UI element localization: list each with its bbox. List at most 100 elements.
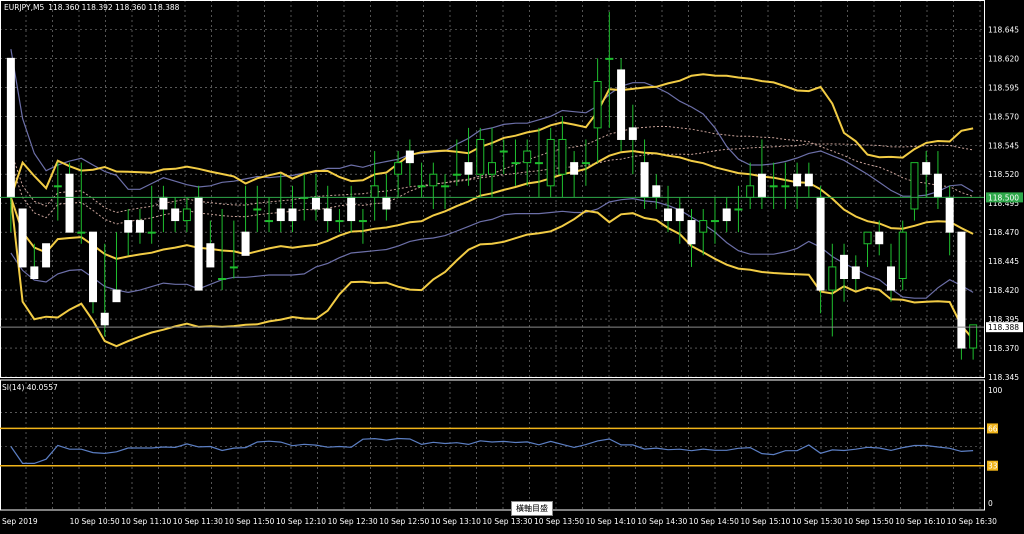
candle-body [534, 162, 543, 165]
candle-body [851, 266, 860, 280]
candle-body [699, 220, 708, 233]
time-axis-cursor-tag: 橫軸目盛 [511, 501, 553, 516]
candle-body [816, 196, 825, 291]
bollinger-bands [9, 73, 974, 348]
candle-body [476, 138, 485, 175]
candle-body [253, 208, 262, 211]
chart-window[interactable]: 118.645 118.620 118.595 118.570 118.545 118.5… [0, 0, 1024, 530]
candle-body [77, 231, 86, 234]
candle-body [100, 312, 109, 326]
candle-body [734, 208, 743, 211]
candle-body [358, 220, 367, 223]
candle-body [605, 57, 614, 60]
time-axis-label: 10 Sep 12:30 [328, 517, 378, 526]
candle-body [159, 196, 168, 210]
candle-body [922, 162, 931, 175]
chart-canvas[interactable]: 118.645 118.620 118.595 118.570 118.545 118.5… [0, 0, 1024, 530]
candle-body [840, 254, 849, 280]
bid-line-tag: 118.500 [988, 193, 1019, 202]
time-axis-label: 10 Sep 12:10 [276, 517, 326, 526]
time-axis-label: 10 Sep 15:10 [740, 517, 790, 526]
price-axis-label: 118.520 [988, 170, 1019, 179]
time-axis-label: 10 Sep 11:10 [121, 517, 171, 526]
candle-body [382, 196, 391, 210]
candle-body [194, 196, 203, 291]
candle-body [405, 150, 414, 164]
candle-body [323, 208, 332, 222]
candle-body [171, 208, 180, 222]
candle-body [347, 196, 356, 222]
price-axis-label: 118.570 [988, 112, 1019, 121]
time-axis-label: 10 Sep 16:30 [947, 517, 997, 526]
candle-body [875, 231, 884, 245]
candle-body [863, 231, 872, 245]
candle-body [769, 185, 778, 188]
candle-body [746, 185, 755, 198]
candle-body [30, 266, 39, 280]
rsi-subwindow: 100 66 33 0 [0, 386, 1003, 508]
candle-body [793, 173, 802, 187]
candle-body [710, 220, 719, 223]
candle-body [652, 185, 661, 198]
price-axis-label: 118.620 [988, 54, 1019, 63]
time-axis-label: 10 Sep 15:30 [792, 517, 842, 526]
candle-body [664, 208, 673, 222]
time-axis-label: 10 Sep 13:10 [431, 517, 481, 526]
candle-body [499, 150, 508, 153]
candle-body [757, 173, 766, 198]
candle-body [124, 220, 133, 233]
candle-body [957, 231, 966, 349]
rsi-axis-label: 66 [988, 424, 998, 433]
candle-body [898, 231, 907, 280]
candle-body [18, 208, 27, 268]
candle-body [417, 185, 426, 188]
candle-body [675, 208, 684, 222]
candle-body [945, 196, 954, 233]
rsi-line [10, 437, 974, 464]
candle-body [464, 162, 473, 175]
price-axis-label: 118.420 [988, 286, 1019, 295]
candle-body [581, 162, 590, 165]
time-axis-label: 10 Sep 10:50 [70, 517, 120, 526]
time-axis-label: 10 Sep 11:50 [224, 517, 274, 526]
candle-body [311, 196, 320, 210]
candle-body [265, 220, 274, 223]
chart-grid [0, 0, 984, 510]
time-axis-label: 10 Sep 14:30 [637, 517, 687, 526]
time-axis-label: 10 Sep 13:50 [534, 517, 584, 526]
rsi-axis-label: 100 [988, 386, 1003, 395]
candle-body [229, 266, 238, 269]
candle-body [441, 185, 450, 188]
candle-body [933, 173, 942, 198]
time-axis-label: 10 Sep 14:50 [689, 517, 739, 526]
time-axis-label: 10 Sep 14:10 [586, 517, 636, 526]
candles [6, 12, 978, 360]
candle-body [112, 289, 121, 303]
price-axis-label: 118.595 [988, 83, 1019, 92]
candle-body [135, 220, 144, 233]
candle-body [640, 162, 649, 198]
price-axis-label: 118.445 [988, 257, 1019, 266]
candle-body [558, 138, 567, 175]
candle-body [42, 243, 51, 268]
candle-body [722, 208, 731, 222]
candle-body [65, 173, 74, 233]
time-axis-label: 10 Sep 12:50 [379, 517, 429, 526]
candle-body [523, 150, 532, 164]
rsi-header: SI(14) 40.0557 [2, 383, 58, 392]
time-axis-label: 10 Sep 13:30 [482, 517, 532, 526]
candle-body [570, 162, 579, 175]
candle-body [429, 173, 438, 187]
price-axis-label: 118.470 [988, 228, 1019, 237]
candle-body [511, 162, 520, 165]
price-axis-label: 118.345 [988, 373, 1019, 382]
candle-body [687, 220, 696, 245]
candle-body [206, 243, 215, 268]
candle-body [969, 324, 978, 349]
time-axis-label: 10 Sep 16:10 [895, 517, 945, 526]
price-axis-label: 118.370 [988, 344, 1019, 353]
candle-body [617, 69, 626, 140]
rsi-window-frame [0, 379, 985, 511]
candle-body [886, 266, 895, 291]
candle-body [781, 185, 790, 188]
